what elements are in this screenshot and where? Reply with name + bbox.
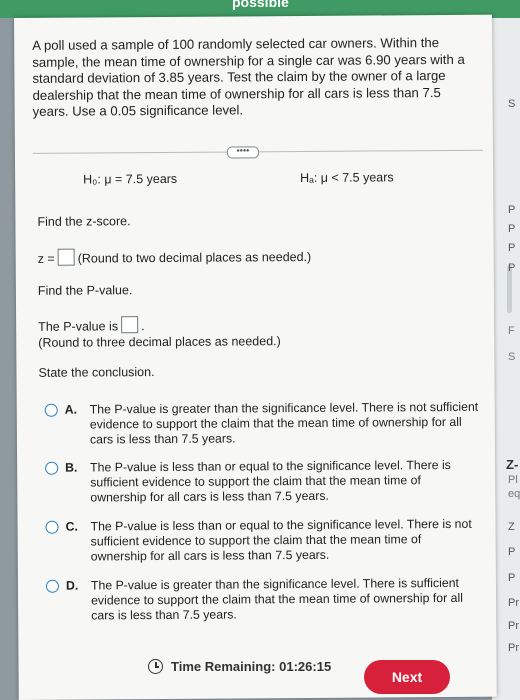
sidebar-frag-2: P [508,223,516,235]
z-heading: Find the z-score. [37,214,131,229]
sidebar-frag-14: Pr [508,620,519,632]
p-heading: Find the P-value. [37,283,133,298]
option-b[interactable]: B. The P-value is less than or equal to … [45,458,485,505]
sidebar-frag-5: F [508,325,515,337]
z-input[interactable] [57,248,75,266]
p-instruction: (Round to three decimal places as needed… [38,334,281,350]
alt-hypothesis: Hₐ: μ < 7.5 years [300,170,394,186]
sidebar-frag-8: Pl [508,474,518,486]
sidebar-frag-7: Z- [506,457,519,472]
sidebar-frag-10: Z [508,521,515,533]
radio-a[interactable] [44,403,58,417]
radio-b[interactable] [45,461,59,475]
option-d[interactable]: D. The P-value is greater than the signi… [45,576,486,623]
option-d-text: The P-value is greater than the signific… [90,575,463,623]
sidebar-frag-11: P [508,546,516,558]
sidebar-frag-13: Pr [508,597,519,609]
top-banner-label: possible [232,0,289,10]
question-panel: A poll used a sample of 100 randomly sel… [14,14,497,700]
z-prefix: z = [37,251,55,266]
option-c-letter: C. [65,519,78,534]
p-input[interactable] [120,316,139,334]
radio-d[interactable] [45,579,60,593]
time-remaining: Time Remaining: 01:26:15 [148,659,331,674]
problem-statement: A poll used a sample of 100 randomly sel… [32,35,465,120]
option-d-letter: D. [65,578,79,593]
conclusion-heading: State the conclusion. [38,365,155,380]
option-c-text: The P-value is less than or equal to the… [90,516,472,564]
sidebar-frag-4: P [508,262,516,274]
p-row: The P-value is. [38,316,145,334]
z-row: z = (Round to two decimal places as neede… [37,247,312,266]
sidebar-frag-15: Pr [508,642,519,654]
next-button[interactable]: Next [364,660,450,694]
right-sidebar-fragment: S P P P P F S Z- Pl eq Z P P Pr Pr Pr [492,18,520,700]
sidebar-frag-6: S [508,351,516,363]
timer-value: 01:26:15 [279,659,332,674]
sidebar-frag-0: S [508,98,516,110]
expand-button[interactable]: •••• [226,145,259,159]
option-b-letter: B. [65,460,78,475]
option-c[interactable]: C. The P-value is less than or equal to … [45,517,486,564]
sidebar-frag-1: P [508,204,516,216]
p-prefix: The P-value is [38,319,119,334]
option-a-text: The P-value is greater than the signific… [89,399,479,447]
sidebar-frag-12: P [508,572,516,584]
timer-label: Time Remaining: [171,659,276,674]
radio-c[interactable] [45,520,59,534]
clock-icon [148,659,163,674]
option-b-text: The P-value is less than or equal to the… [90,457,451,505]
option-a[interactable]: A. The P-value is greater than the signi… [44,400,485,447]
option-a-letter: A. [64,402,78,417]
sidebar-frag-9: eq [508,488,520,500]
sidebar-frag-3: P [508,242,516,254]
null-hypothesis: H₀: μ = 7.5 years [83,171,178,187]
z-instruction: (Round to two decimal places as needed.) [77,249,312,266]
